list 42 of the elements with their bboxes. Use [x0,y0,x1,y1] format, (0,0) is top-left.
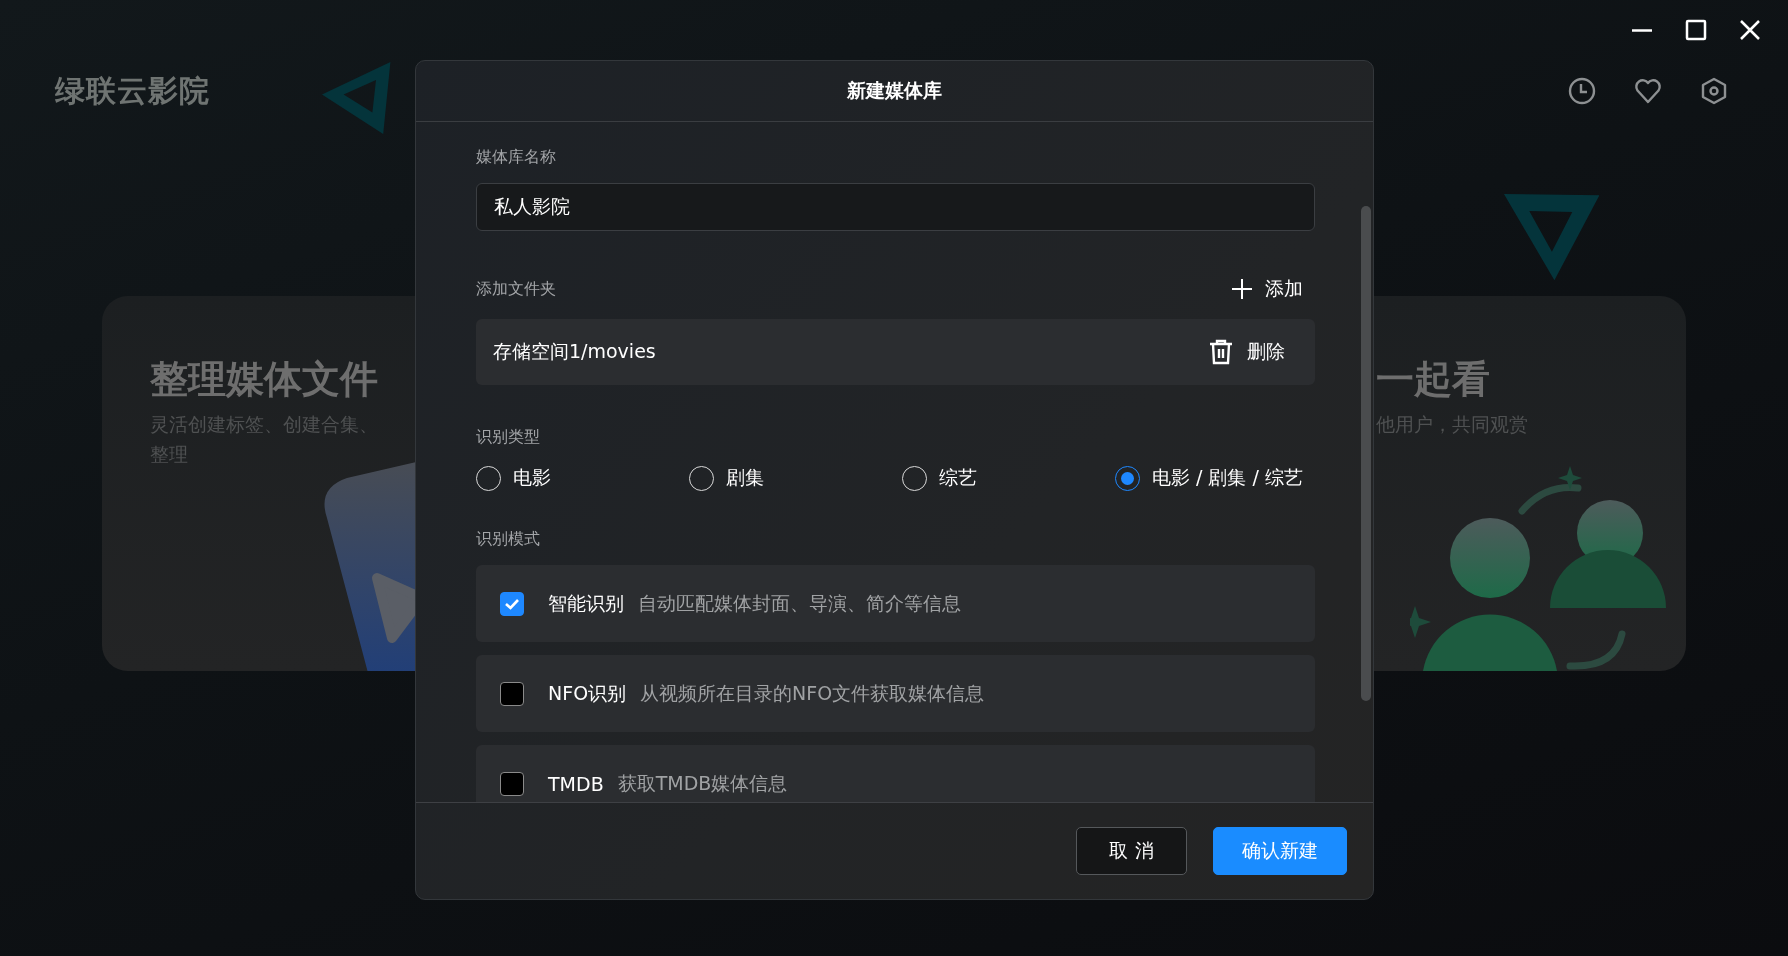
radio-label: 综艺 [939,465,977,490]
folder-path: 存储空间1/movies [493,339,656,364]
field-label: 媒体库名称 [476,145,557,168]
type-radio-option[interactable]: 电影 [476,465,551,491]
mode-description: 自动匹配媒体封面、导演、简介等信息 [638,590,961,616]
add-folder-button[interactable]: 添加 [1231,276,1315,302]
checkbox[interactable] [500,681,524,706]
mode-title: NFO识别 [548,680,627,706]
close-icon [1739,19,1761,41]
trash-icon [1209,339,1233,365]
clock-icon[interactable] [1568,77,1596,105]
mode-description: 获取TMDB媒体信息 [617,770,788,796]
field-label: 识别类型 [476,425,541,448]
type-radio-option[interactable]: 综艺 [902,465,977,491]
type-radio-option[interactable]: 剧集 [689,465,764,491]
mode-option-row[interactable]: 智能识别 自动匹配媒体封面、导演、简介等信息 [476,565,1315,642]
radio-label: 剧集 [726,465,764,490]
maximize-icon [1685,19,1707,41]
mode-title: 智能识别 [548,590,624,616]
heart-icon[interactable] [1634,77,1662,105]
scrollbar-thumb[interactable] [1361,206,1371,701]
app-logo: 绿联云影院 [55,71,210,110]
mode-option-row[interactable]: NFO识别 从视频所在目录的NFO文件获取媒体信息 [476,655,1315,732]
dialog-title: 新建媒体库 [847,78,942,103]
field-label: 识别模式 [476,527,541,550]
radio-label: 电影 / 剧集 / 综艺 [1152,465,1303,490]
plus-icon [1231,278,1253,300]
mode-title: TMDB [548,772,604,795]
minimize-icon [1631,28,1653,32]
delete-button[interactable]: 删除 [1209,339,1285,365]
mode-option-row[interactable]: TMDB 获取TMDB媒体信息 [476,745,1315,802]
card-title: 一起看 [1376,356,1490,403]
mode-description: 从视频所在目录的NFO文件获取媒体信息 [640,680,985,706]
settings-icon[interactable] [1700,77,1728,105]
checkbox[interactable] [500,591,524,616]
checkbox[interactable] [500,771,524,796]
type-radio-option[interactable]: 电影 / 剧集 / 综艺 [1115,465,1303,491]
field-label: 添加文件夹 [476,278,556,300]
cancel-button[interactable]: 取 消 [1076,827,1187,875]
radio-label: 电影 [513,465,551,490]
card-title: 整理媒体文件 [150,356,378,403]
library-name-field[interactable]: 私人影院 [476,183,1315,231]
